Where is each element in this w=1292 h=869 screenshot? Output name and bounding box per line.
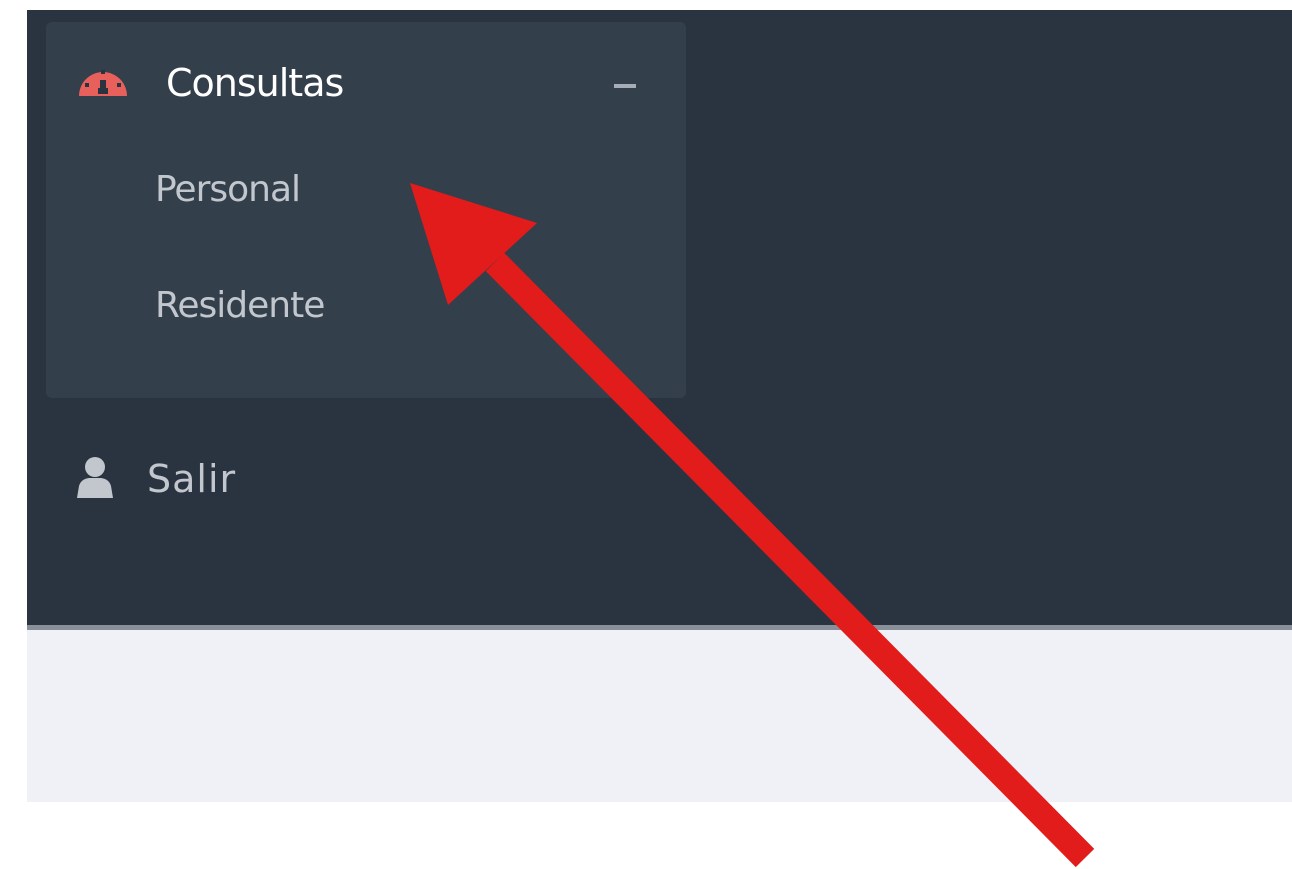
minus-icon[interactable] [614, 84, 636, 88]
user-icon [77, 457, 113, 498]
submenu-item-residente[interactable]: Residente [155, 284, 325, 328]
content-area [27, 630, 1292, 802]
menu-header-consultas[interactable]: Consultas [46, 50, 686, 116]
dashboard-icon [79, 70, 127, 96]
menu-header-label: Consultas [166, 61, 344, 105]
logout-label: Salir [147, 457, 237, 501]
submenu-item-personal[interactable]: Personal [155, 168, 301, 212]
logout-item[interactable]: Salir [75, 450, 295, 510]
top-strip [27, 0, 1292, 10]
